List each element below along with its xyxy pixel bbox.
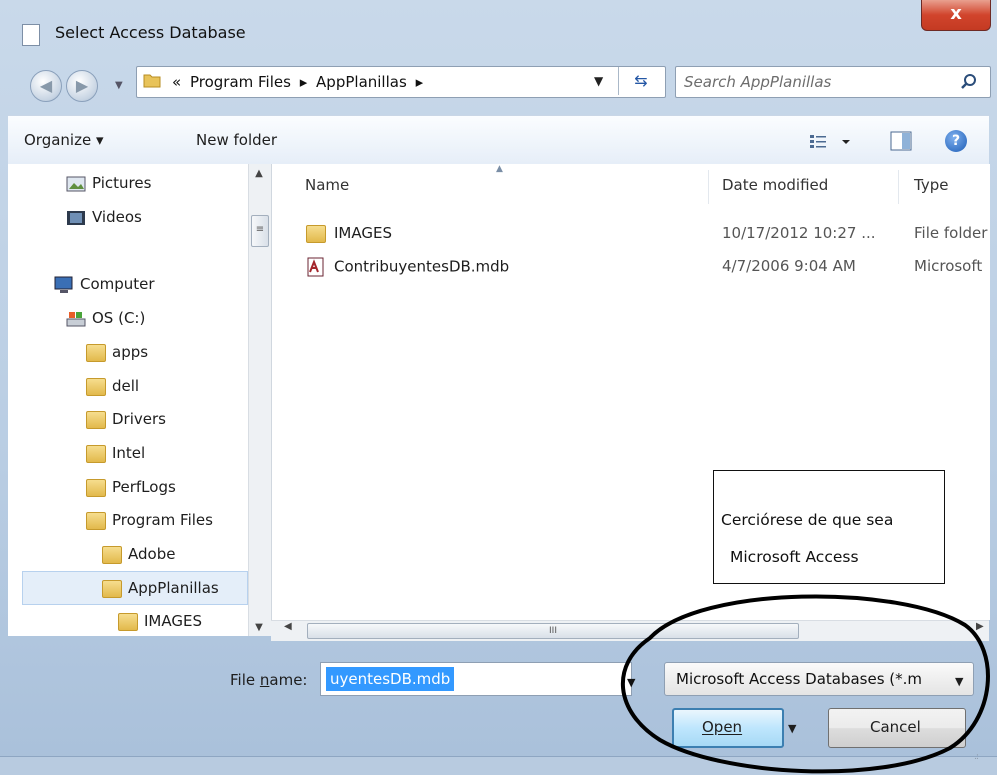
nav-scroll-thumb[interactable]: ≡ xyxy=(251,215,269,247)
videos-icon xyxy=(67,210,85,225)
folder-icon xyxy=(306,224,326,243)
nav-item-apps[interactable]: apps xyxy=(86,343,148,362)
search-placeholder: Search AppPlanillas xyxy=(684,73,832,91)
search-icon[interactable] xyxy=(958,71,980,93)
horizontal-scroll-thumb[interactable]: III xyxy=(307,623,799,639)
help-icon[interactable]: ? xyxy=(945,130,967,152)
folder-icon xyxy=(86,444,106,463)
file-name-dropdown-icon[interactable]: ▼ xyxy=(627,676,635,689)
folder-icon xyxy=(86,478,106,497)
chevron-down-icon[interactable]: ▼ xyxy=(955,675,963,688)
folder-icon xyxy=(86,377,106,396)
nav-item-intel[interactable]: Intel xyxy=(86,444,145,463)
back-arrow-icon[interactable]: ◀ xyxy=(30,70,62,102)
organize-button[interactable]: Organize ▾ xyxy=(24,131,104,149)
access-db-icon xyxy=(307,257,324,277)
file-row[interactable]: IMAGES xyxy=(306,224,392,243)
folder-icon xyxy=(86,410,106,429)
sort-ascending-icon: ▲ xyxy=(496,164,503,174)
folder-icon xyxy=(143,74,161,88)
resize-grip-icon[interactable]: .: xyxy=(974,752,979,762)
nav-item-drivers[interactable]: Drivers xyxy=(86,410,166,429)
file-name-label: File name: xyxy=(230,671,308,689)
recent-locations-chevron-icon[interactable]: ▼ xyxy=(115,80,123,91)
folder-icon xyxy=(102,579,122,598)
scroll-up-icon[interactable]: ▲ xyxy=(248,168,270,179)
drive-icon xyxy=(66,311,86,326)
folder-icon xyxy=(86,511,106,530)
scroll-down-icon[interactable]: ▼ xyxy=(248,622,270,633)
change-view-icon[interactable] xyxy=(808,132,858,152)
column-header-name[interactable]: Name xyxy=(305,176,349,194)
file-row[interactable]: ContribuyentesDB.mdb xyxy=(306,257,509,277)
nav-item-dell[interactable]: dell xyxy=(86,377,139,396)
nav-item-pictures[interactable]: Pictures xyxy=(66,174,151,192)
nav-item-computer[interactable]: Computer xyxy=(52,275,155,294)
cancel-button-label[interactable]: Cancel xyxy=(870,718,921,736)
breadcrumb-separator-icon[interactable]: ▸ xyxy=(300,73,308,91)
new-folder-button[interactable]: New folder xyxy=(196,131,277,149)
open-dropdown-icon[interactable]: ▼ xyxy=(788,722,796,735)
pictures-icon xyxy=(66,176,86,191)
document-icon xyxy=(22,24,40,46)
nav-item-images[interactable]: IMAGES xyxy=(118,612,202,631)
folder-icon xyxy=(86,343,106,362)
nav-item-os-c[interactable]: OS (C:) xyxy=(66,309,145,327)
forward-arrow-icon[interactable]: ▶ xyxy=(66,70,98,102)
window-bottom-edge xyxy=(0,756,997,775)
file-type: Microsoft xyxy=(914,257,983,275)
scroll-right-icon[interactable]: ▶ xyxy=(976,621,984,632)
navigation-pane xyxy=(8,164,270,636)
close-button[interactable]: x xyxy=(921,0,991,31)
open-button-split xyxy=(782,710,784,746)
nav-item-perflogs[interactable]: PerfLogs xyxy=(86,478,176,497)
file-date: 4/7/2006 9:04 AM xyxy=(722,257,856,275)
breadcrumb-program-files[interactable]: Program Files xyxy=(190,73,291,91)
open-button-label[interactable]: Open xyxy=(702,718,742,736)
address-dropdown-icon[interactable]: ▼ xyxy=(594,74,603,88)
preview-pane-icon[interactable] xyxy=(890,131,912,151)
column-separator[interactable] xyxy=(708,170,709,204)
nav-item-appplanillas[interactable]: AppPlanillas xyxy=(102,579,219,598)
folder-icon xyxy=(102,545,122,564)
file-type-value: Microsoft Access Databases (*.m xyxy=(676,670,923,688)
nav-item-program-files[interactable]: Program Files xyxy=(86,511,213,530)
file-date: 10/17/2012 10:27 ... xyxy=(722,224,876,242)
folder-icon xyxy=(118,612,138,631)
file-name-value[interactable]: uyentesDB.mdb xyxy=(326,667,455,691)
annotation-text: Microsoft Access xyxy=(730,548,859,566)
annotation-text: Cerciórese de que sea xyxy=(721,511,894,529)
column-header-type[interactable]: Type xyxy=(914,176,948,194)
refresh-icon[interactable]: ⇆ xyxy=(618,67,663,95)
breadcrumb-overflow[interactable]: « xyxy=(172,73,181,91)
nav-item-adobe[interactable]: Adobe xyxy=(102,545,175,564)
scroll-left-icon[interactable]: ◀ xyxy=(284,621,292,632)
breadcrumb-separator-icon[interactable]: ▸ xyxy=(416,73,424,91)
window-title: Select Access Database xyxy=(55,23,246,42)
column-separator[interactable] xyxy=(898,170,899,204)
column-header-date[interactable]: Date modified xyxy=(722,176,828,194)
breadcrumb-appplanillas[interactable]: AppPlanillas xyxy=(316,73,407,91)
nav-item-videos[interactable]: Videos xyxy=(66,208,142,226)
file-type: File folder xyxy=(914,224,988,242)
computer-icon xyxy=(54,276,73,293)
breadcrumb: « Program Files ▸ AppPlanillas ▸ xyxy=(172,73,427,91)
